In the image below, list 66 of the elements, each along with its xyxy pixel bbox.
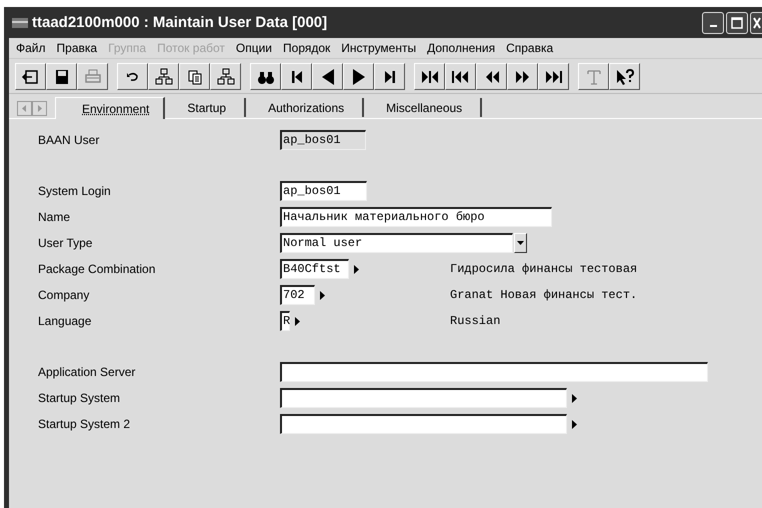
tree-up-icon [214,68,236,86]
menu-item[interactable]: Файл [16,41,46,55]
dropdown-button[interactable] [514,233,527,253]
field-description: Granat Новая финансы тест. [450,288,638,302]
zoom-arrow-icon[interactable] [354,264,359,274]
left-arrow-icon [22,105,27,112]
input-field[interactable]: ap_bos01 [280,181,367,201]
tree-up-button[interactable] [210,63,241,90]
tab[interactable]: Environment [55,97,166,119]
field-label: Language [38,314,92,328]
rewind-button[interactable] [476,63,507,90]
input-field[interactable]: B40Cftst [280,259,349,279]
maximize-button[interactable] [726,12,748,34]
first-group-button[interactable] [445,63,476,90]
previous-button[interactable] [312,63,343,90]
field-label: BAAN User [38,133,100,147]
menu-item[interactable]: Дополнения [427,41,496,55]
input-field[interactable] [280,362,708,382]
copy-button[interactable] [179,63,210,90]
dropdown-field[interactable]: Normal user [280,233,513,253]
field-label: User Type [38,236,94,250]
menu-item[interactable]: Порядок [283,41,330,55]
input-field[interactable]: ap_bos01 [280,130,366,150]
tree-down-icon [152,68,174,86]
zoom-arrow-icon[interactable] [295,316,300,326]
window-title: ttaad2100m000 : Maintain User Data [000] [32,14,328,31]
field-label: Package Combination [38,262,156,276]
last-group-button[interactable] [538,63,569,90]
input-field[interactable]: R [280,311,290,331]
fast-forward-button[interactable] [507,63,538,90]
next-button[interactable] [343,63,374,90]
exit-button[interactable] [15,63,46,90]
menu-item[interactable]: Опции [236,41,272,55]
last-record-button[interactable] [374,63,405,90]
minimize-button[interactable] [702,12,724,34]
input-field[interactable]: 702 [280,285,315,305]
menu-item[interactable]: Правка [56,41,98,55]
field-label: Startup System 2 [38,417,132,431]
tree-down-button[interactable] [148,63,179,90]
floppy-disk-button[interactable] [46,63,77,90]
maximize-icon [731,16,743,28]
field-label: Name [38,210,72,224]
caret-icon [517,241,524,245]
first-record-button[interactable] [281,63,312,90]
app-icon [12,18,28,28]
field-description: Гидросила финансы тестовая [450,262,638,276]
close-icon [752,16,760,28]
field-label: Startup System [38,391,122,405]
close-button[interactable] [750,12,762,34]
input-field[interactable] [280,414,567,434]
menu-item[interactable]: Инструменты [341,41,416,55]
zoom-arrow-icon[interactable] [572,420,577,428]
input-field[interactable]: Начальник материального бюро [280,207,552,227]
field-description: Russian [450,314,500,328]
input-field[interactable] [280,388,567,408]
field-label: System Login [38,184,112,198]
field-label: Company [38,288,90,302]
undo-button[interactable] [117,63,148,90]
field-label: Application Server [38,365,136,379]
zoom-arrow-icon[interactable] [320,290,325,300]
menu-item[interactable]: Справка [506,41,554,55]
right-arrow-icon [37,105,42,112]
binoculars-button[interactable] [250,63,281,90]
zoom-arrow-icon[interactable] [572,394,577,402]
minimize-icon [710,25,716,27]
help-pointer-button[interactable] [609,63,640,90]
